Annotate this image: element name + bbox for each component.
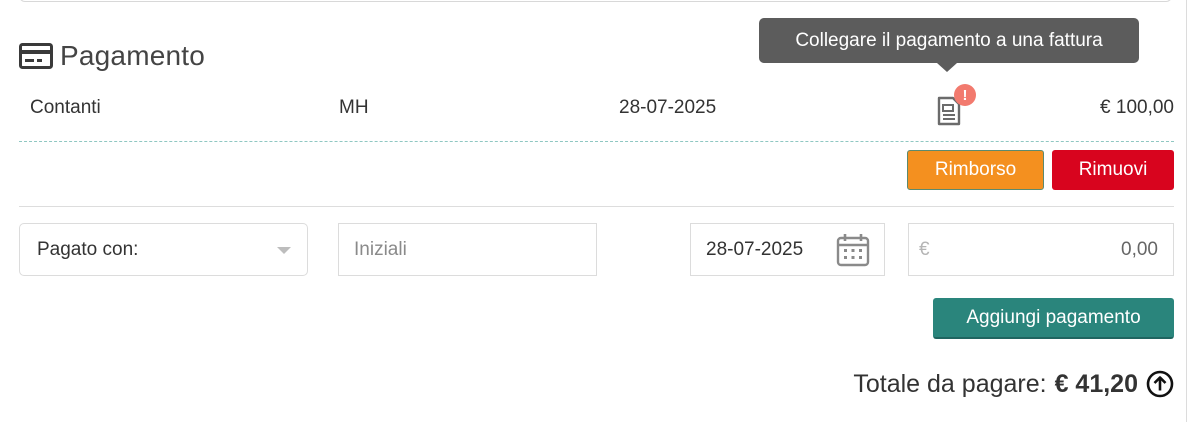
paid-with-select[interactable]: Pagato con:	[19, 223, 308, 276]
total-due: Totale da pagare: € 41,20	[853, 366, 1174, 402]
caret-down-icon	[277, 247, 291, 254]
link-invoice-button[interactable]: !	[936, 84, 976, 132]
initials-placeholder: Iniziali	[354, 238, 407, 260]
arrow-up-circle-icon[interactable]	[1146, 370, 1174, 398]
payment-method: Contanti	[30, 97, 101, 118]
calendar-icon[interactable]	[835, 232, 871, 268]
refund-button[interactable]: Rimborso	[907, 150, 1044, 190]
date-input[interactable]: 28-07-2025	[690, 223, 885, 276]
payment-amount: € 100,00	[1100, 97, 1174, 118]
initials-input[interactable]: Iniziali	[338, 223, 597, 276]
amount-value: 0,00	[1121, 238, 1158, 260]
payment-date: 28-07-2025	[619, 97, 717, 118]
credit-card-icon	[19, 43, 53, 69]
payment-row: Contanti MH 28-07-2025 ! € 100,00	[19, 84, 1174, 142]
section-divider	[19, 206, 1174, 207]
invoice-link-tooltip: Collegare il pagamento a una fattura	[759, 18, 1139, 72]
remove-button[interactable]: Rimuovi	[1052, 150, 1174, 190]
currency-symbol: €	[919, 238, 930, 260]
payment-initials: MH	[339, 97, 369, 118]
alert-badge: !	[954, 84, 976, 106]
add-payment-button[interactable]: Aggiungi pagamento	[933, 298, 1174, 339]
total-value: € 41,20	[1054, 369, 1138, 398]
paid-with-label: Pagato con:	[37, 238, 139, 260]
side-panel-edge	[1186, 0, 1196, 422]
previous-panel-edge	[19, 0, 1172, 2]
section-header: Pagamento	[19, 38, 205, 74]
amount-input[interactable]: € 0,00	[908, 223, 1174, 276]
total-label: Totale da pagare:	[853, 369, 1047, 398]
date-value: 28-07-2025	[706, 238, 804, 260]
section-title: Pagamento	[60, 40, 206, 71]
